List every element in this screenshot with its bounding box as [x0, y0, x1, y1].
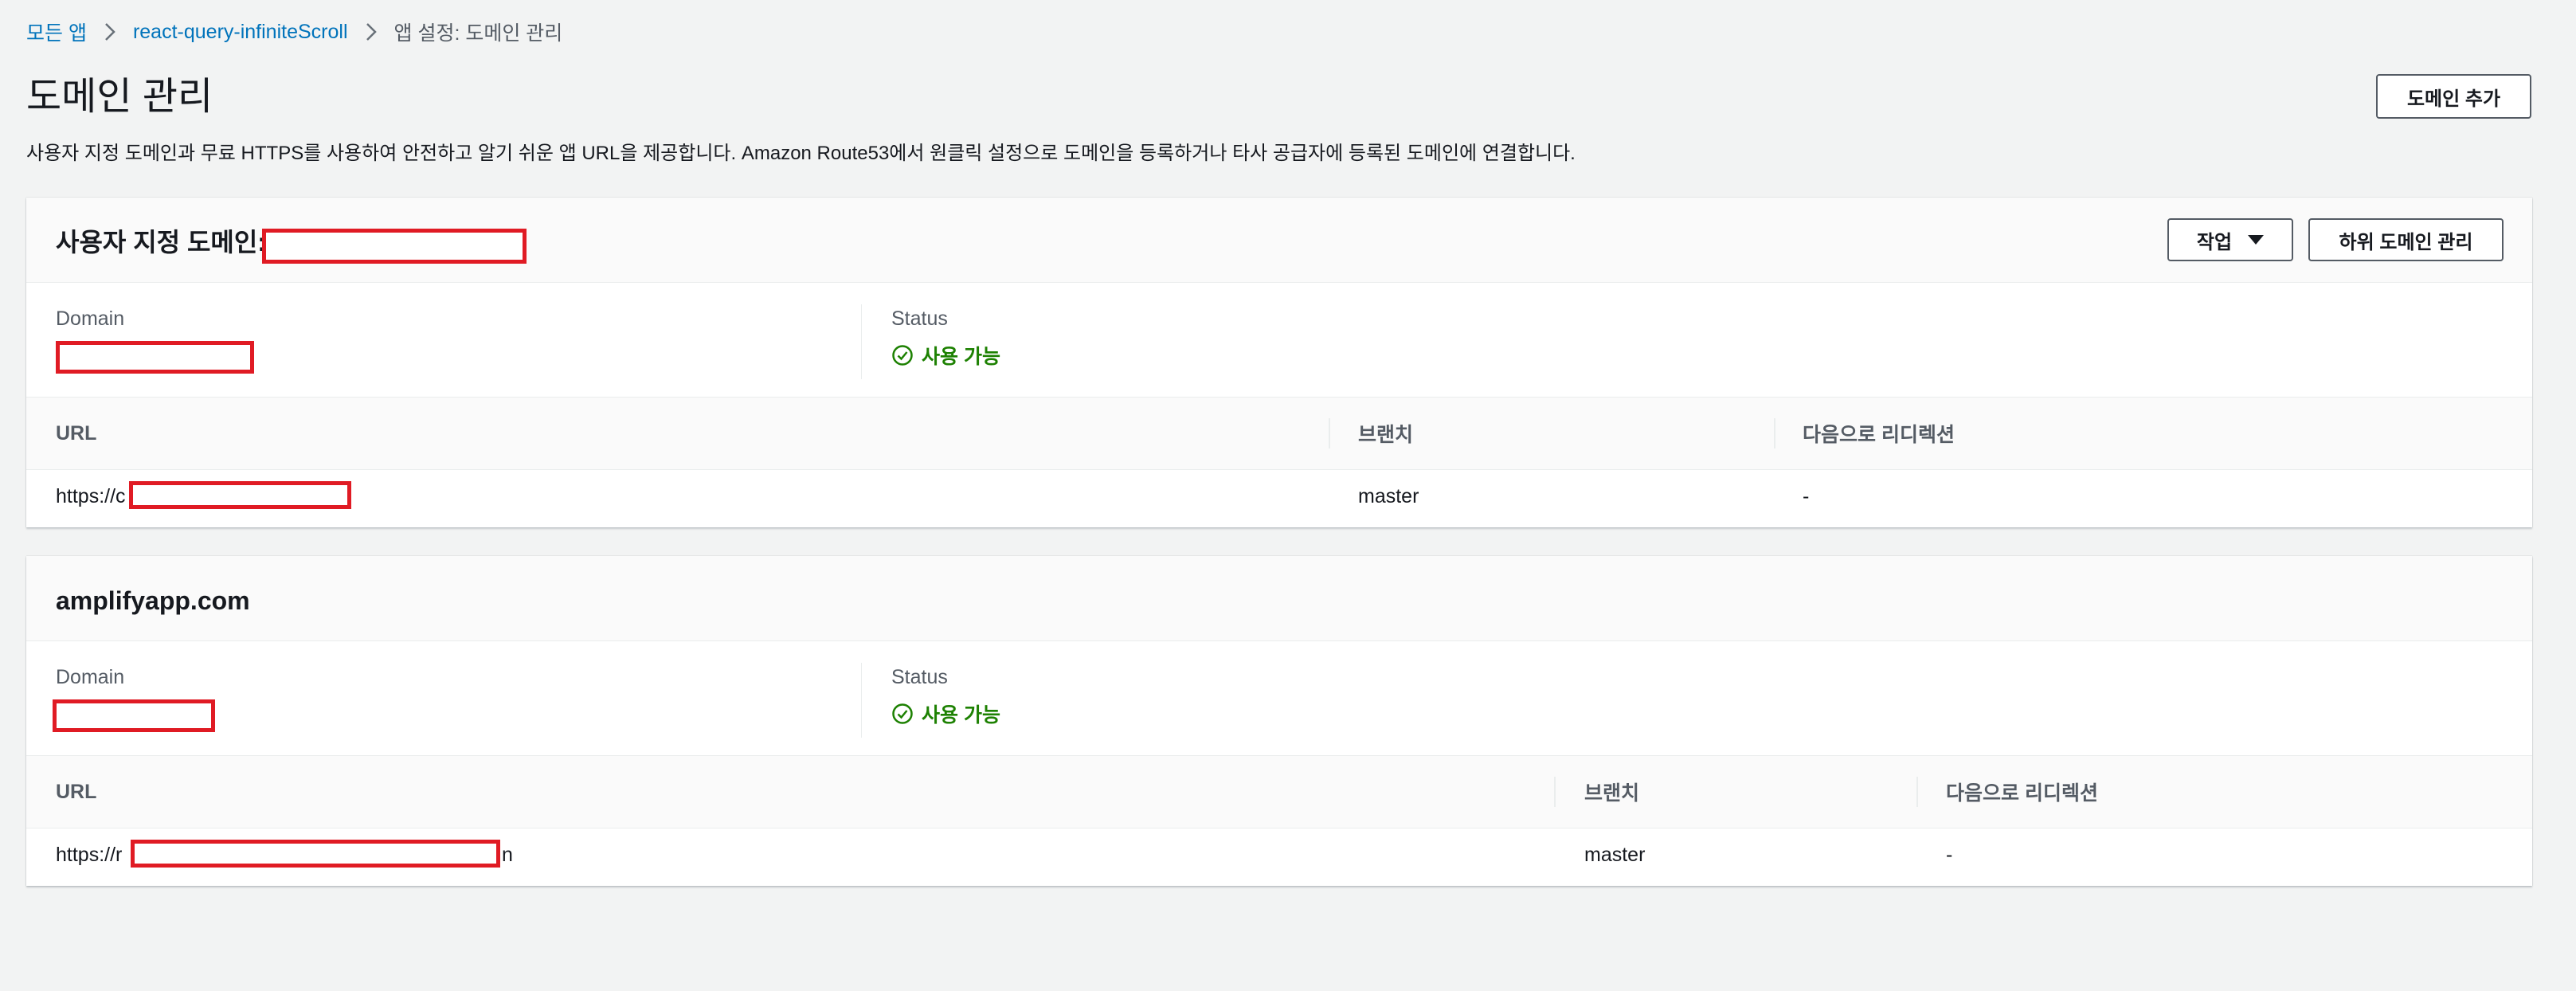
breadcrumb-all-apps[interactable]: 모든 앱	[26, 18, 87, 46]
redacted-url	[131, 840, 500, 868]
column-divider	[1554, 777, 1556, 807]
column-url[interactable]: URL	[56, 756, 96, 828]
domain-label: Domain	[56, 307, 125, 330]
redacted-domain-name	[262, 229, 527, 264]
column-divider	[1774, 418, 1775, 448]
column-redirect[interactable]: 다음으로 리디렉션	[1946, 756, 2098, 828]
domain-label: Domain	[56, 666, 125, 688]
breadcrumb: 모든 앱 react-query-infiniteScroll 앱 설정: 도메…	[26, 18, 562, 46]
status-available: 사용 가능	[891, 699, 1000, 728]
url-cell[interactable]: https://c	[56, 483, 126, 510]
redirect-cell: -	[1803, 485, 1810, 507]
url-suffix: n	[502, 844, 513, 866]
url-cell[interactable]: https://r	[56, 841, 122, 868]
page-description: 사용자 지정 도메인과 무료 HTTPS를 사용하여 안전하고 알기 쉬운 앱 …	[26, 143, 1576, 164]
table-header: URL 브랜치 다음으로 리디렉션	[26, 755, 2532, 828]
column-url[interactable]: URL	[56, 398, 96, 469]
column-divider	[861, 663, 862, 738]
branch-cell: master	[1358, 485, 1419, 507]
redacted-domain-value	[56, 341, 254, 374]
column-redirect[interactable]: 다음으로 리디렉션	[1803, 398, 1955, 469]
actions-label: 작업	[2196, 231, 2233, 253]
actions-dropdown-button[interactable]: 작업	[2167, 218, 2293, 261]
column-divider	[861, 304, 862, 379]
amplify-domain-panel: amplifyapp.com Domain Status 사용 가능 URL 브…	[26, 556, 2532, 886]
chevron-right-icon	[366, 22, 377, 41]
column-branch[interactable]: 브랜치	[1584, 756, 1639, 828]
redacted-domain-value	[53, 699, 215, 732]
panel-header: 사용자 지정 도메인: 작업 하위 도메인 관리	[26, 198, 2532, 283]
chevron-right-icon	[104, 22, 115, 41]
panel-title: amplifyapp.com	[56, 586, 250, 615]
check-circle-icon	[892, 703, 913, 724]
column-branch[interactable]: 브랜치	[1358, 398, 1413, 469]
status-label: Status	[891, 666, 948, 688]
breadcrumb-current: 앱 설정: 도메인 관리	[393, 22, 563, 45]
panel-title: 사용자 지정 도메인:	[56, 228, 266, 257]
table-header: URL 브랜치 다음으로 리디렉션	[26, 397, 2532, 470]
panel-header: amplifyapp.com	[26, 556, 2532, 641]
caret-down-icon	[2248, 235, 2265, 245]
check-circle-icon	[892, 345, 913, 366]
redirect-cell: -	[1946, 844, 1953, 866]
breadcrumb-app[interactable]: react-query-infiniteScroll	[133, 21, 348, 44]
branch-cell: master	[1584, 844, 1646, 866]
column-divider	[1329, 418, 1330, 448]
add-domain-button[interactable]: 도메인 추가	[2376, 74, 2531, 119]
custom-domain-panel: 사용자 지정 도메인: 작업 하위 도메인 관리 Domain Status 사…	[26, 198, 2532, 527]
redacted-url	[129, 481, 351, 509]
status-value: 사용 가능	[922, 704, 1000, 727]
column-divider	[1916, 777, 1918, 807]
status-label: Status	[891, 307, 948, 330]
manage-subdomains-button[interactable]: 하위 도메인 관리	[2308, 218, 2504, 261]
status-value: 사용 가능	[922, 346, 1000, 368]
status-available: 사용 가능	[891, 341, 1000, 370]
page-title: 도메인 관리	[26, 76, 213, 118]
